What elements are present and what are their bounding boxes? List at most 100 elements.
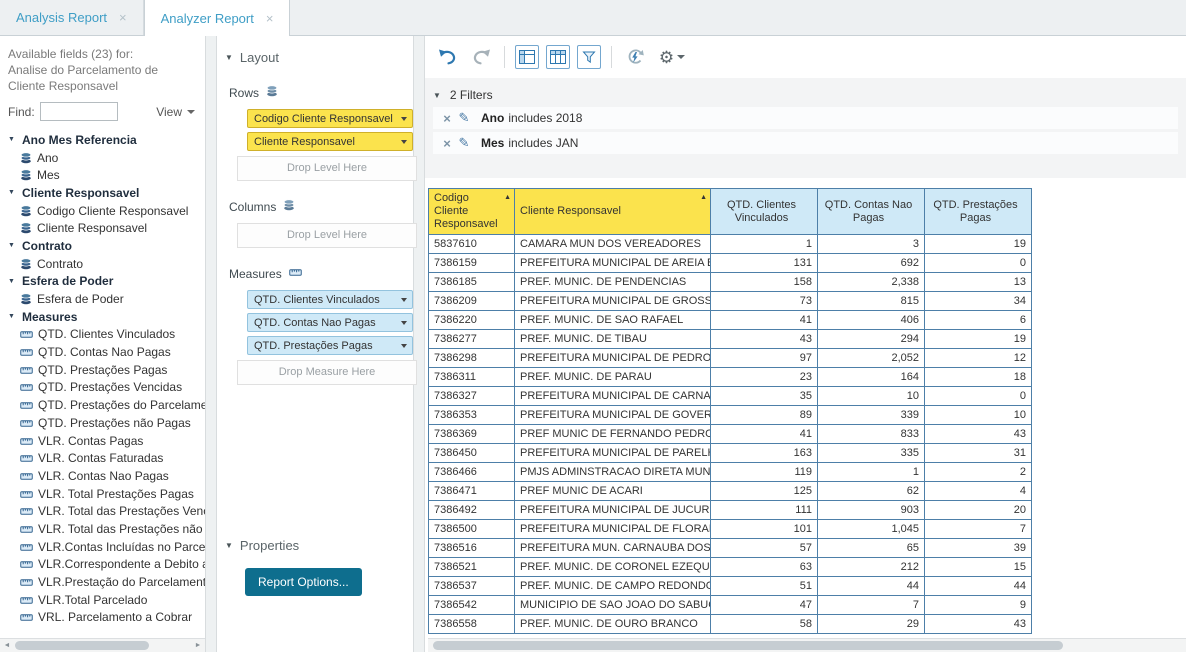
cell-measure[interactable]: 903 <box>818 501 925 520</box>
field-item[interactable]: QTD. Prestações Pagas <box>8 361 205 379</box>
pencil-icon[interactable]: ✎ <box>455 110 473 126</box>
field-item[interactable]: Ano <box>8 149 205 167</box>
cell-measure[interactable]: 335 <box>818 444 925 463</box>
cell-measure[interactable]: 406 <box>818 311 925 330</box>
cell-measure[interactable]: 125 <box>711 482 818 501</box>
cell-measure[interactable]: 2,052 <box>818 349 925 368</box>
cell-codigo[interactable]: 7386471 <box>429 482 515 501</box>
cell-codigo[interactable]: 7386311 <box>429 368 515 387</box>
cell-cliente[interactable]: PREFEITURA MUNICIPAL DE AREIA BR <box>515 254 711 273</box>
sort-asc-icon[interactable]: ▲ <box>504 191 511 204</box>
cell-measure[interactable]: 10 <box>925 406 1032 425</box>
cell-measure[interactable]: 65 <box>818 539 925 558</box>
row-field-pill[interactable]: Codigo Cliente Responsavel <box>247 109 413 128</box>
field-group[interactable]: ▼Ano Mes Referencia <box>8 131 205 149</box>
cell-cliente[interactable]: PREFEITURA MUNICIPAL DE CARNAU <box>515 387 711 406</box>
cell-cliente[interactable]: PREFEITURA MUNICIPAL DE GROSSO <box>515 292 711 311</box>
cell-codigo[interactable]: 7386558 <box>429 615 515 634</box>
scrollbar-thumb[interactable] <box>433 641 1063 650</box>
cell-measure[interactable]: 19 <box>925 330 1032 349</box>
column-header-cliente[interactable]: Cliente Responsavel ▲ <box>515 189 711 235</box>
cell-codigo[interactable]: 7386466 <box>429 463 515 482</box>
sort-asc-icon[interactable]: ▲ <box>700 191 707 204</box>
field-item[interactable]: QTD. Prestações do Parcelame <box>8 396 205 414</box>
cell-measure[interactable]: 1 <box>711 235 818 254</box>
table-view-icon[interactable] <box>546 45 570 69</box>
cell-measure[interactable]: 1,045 <box>818 520 925 539</box>
panel-splitter[interactable] <box>205 36 217 652</box>
undo-icon[interactable] <box>435 44 461 70</box>
field-group[interactable]: ▼Esfera de Poder <box>8 273 205 291</box>
cell-measure[interactable]: 57 <box>711 539 818 558</box>
cell-cliente[interactable]: PREF MUNIC DE FERNANDO PEDRO <box>515 425 711 444</box>
field-item[interactable]: VLR.Prestação do Parcelament <box>8 573 205 591</box>
cell-measure[interactable]: 41 <box>711 425 818 444</box>
cell-measure[interactable]: 111 <box>711 501 818 520</box>
cell-cliente[interactable]: PREF MUNIC DE ACARI <box>515 482 711 501</box>
cell-measure[interactable]: 10 <box>818 387 925 406</box>
scroll-left-icon[interactable]: ◄ <box>0 639 14 652</box>
cell-measure[interactable]: 31 <box>925 444 1032 463</box>
cell-cliente[interactable]: PREF. MUNIC. DE CORONEL EZEQUIE <box>515 558 711 577</box>
cell-codigo[interactable]: 7386185 <box>429 273 515 292</box>
cell-measure[interactable]: 101 <box>711 520 818 539</box>
field-item[interactable]: VLR. Contas Pagas <box>8 432 205 450</box>
field-group[interactable]: ▼Measures <box>8 308 205 326</box>
cell-cliente[interactable]: PREFEITURA MUNICIPAL DE PARELHA <box>515 444 711 463</box>
cell-measure[interactable]: 29 <box>818 615 925 634</box>
report-layout-icon[interactable] <box>515 45 539 69</box>
cell-measure[interactable]: 7 <box>818 596 925 615</box>
cell-codigo[interactable]: 7386450 <box>429 444 515 463</box>
cell-measure[interactable]: 158 <box>711 273 818 292</box>
cell-cliente[interactable]: MUNICIPIO DE SAO JOAO DO SABUG <box>515 596 711 615</box>
field-item[interactable]: VLR. Contas Faturadas <box>8 449 205 467</box>
gear-menu-button[interactable]: ⚙ <box>655 44 689 70</box>
cell-codigo[interactable]: 7386220 <box>429 311 515 330</box>
field-group[interactable]: ▼Cliente Responsavel <box>8 184 205 202</box>
cell-measure[interactable]: 41 <box>711 311 818 330</box>
scroll-right-icon[interactable]: ► <box>191 639 205 652</box>
cell-measure[interactable]: 212 <box>818 558 925 577</box>
cell-measure[interactable]: 7 <box>925 520 1032 539</box>
cell-cliente[interactable]: PREF. MUNIC. DE PENDENCIAS <box>515 273 711 292</box>
measures-drop-zone[interactable]: Drop Measure Here <box>237 360 417 385</box>
cell-measure[interactable]: 89 <box>711 406 818 425</box>
cell-measure[interactable]: 43 <box>925 425 1032 444</box>
field-item[interactable]: Codigo Cliente Responsavel <box>8 202 205 220</box>
redo-icon[interactable] <box>468 44 494 70</box>
cell-codigo[interactable]: 7386521 <box>429 558 515 577</box>
field-item[interactable]: VLR. Total das Prestações não P <box>8 520 205 538</box>
cell-codigo[interactable]: 7386369 <box>429 425 515 444</box>
field-item[interactable]: VLR.Contas Incluídas no Parcel <box>8 538 205 556</box>
cell-measure[interactable]: 43 <box>925 615 1032 634</box>
cell-measure[interactable]: 6 <box>925 311 1032 330</box>
field-item[interactable]: VRL. Parcelamento a Cobrar <box>8 609 205 627</box>
field-item[interactable]: QTD. Clientes Vinculados <box>8 326 205 344</box>
close-icon[interactable]: × <box>266 12 274 25</box>
tab-analysis-report[interactable]: Analysis Report × <box>0 0 144 35</box>
cell-cliente[interactable]: PREFEITURA MUNICIPAL DE JUCURUT <box>515 501 711 520</box>
cell-measure[interactable]: 18 <box>925 368 1032 387</box>
cell-cliente[interactable]: PREF. MUNIC. DE PARAU <box>515 368 711 387</box>
cell-measure[interactable]: 833 <box>818 425 925 444</box>
cell-measure[interactable]: 13 <box>925 273 1032 292</box>
cell-measure[interactable]: 119 <box>711 463 818 482</box>
view-dropdown[interactable]: View <box>156 105 195 119</box>
cell-measure[interactable]: 63 <box>711 558 818 577</box>
scrollbar-thumb[interactable] <box>15 641 149 650</box>
find-input[interactable] <box>40 102 118 121</box>
cell-measure[interactable]: 3 <box>818 235 925 254</box>
cell-measure[interactable]: 62 <box>818 482 925 501</box>
cell-measure[interactable]: 39 <box>925 539 1032 558</box>
cell-codigo[interactable]: 7386537 <box>429 577 515 596</box>
close-icon[interactable]: × <box>119 11 127 24</box>
measure-field-pill[interactable]: QTD. Clientes Vinculados <box>247 290 413 309</box>
cell-measure[interactable]: 339 <box>818 406 925 425</box>
cell-cliente[interactable]: PMJS ADMINSTRACAO DIRETA MUNIC <box>515 463 711 482</box>
cell-codigo[interactable]: 7386209 <box>429 292 515 311</box>
cell-measure[interactable]: 51 <box>711 577 818 596</box>
cell-measure[interactable]: 2 <box>925 463 1032 482</box>
cell-codigo[interactable]: 7386277 <box>429 330 515 349</box>
field-item[interactable]: Contrato <box>8 255 205 273</box>
cell-cliente[interactable]: PREFEITURA MUN. CARNAUBA DOS D <box>515 539 711 558</box>
